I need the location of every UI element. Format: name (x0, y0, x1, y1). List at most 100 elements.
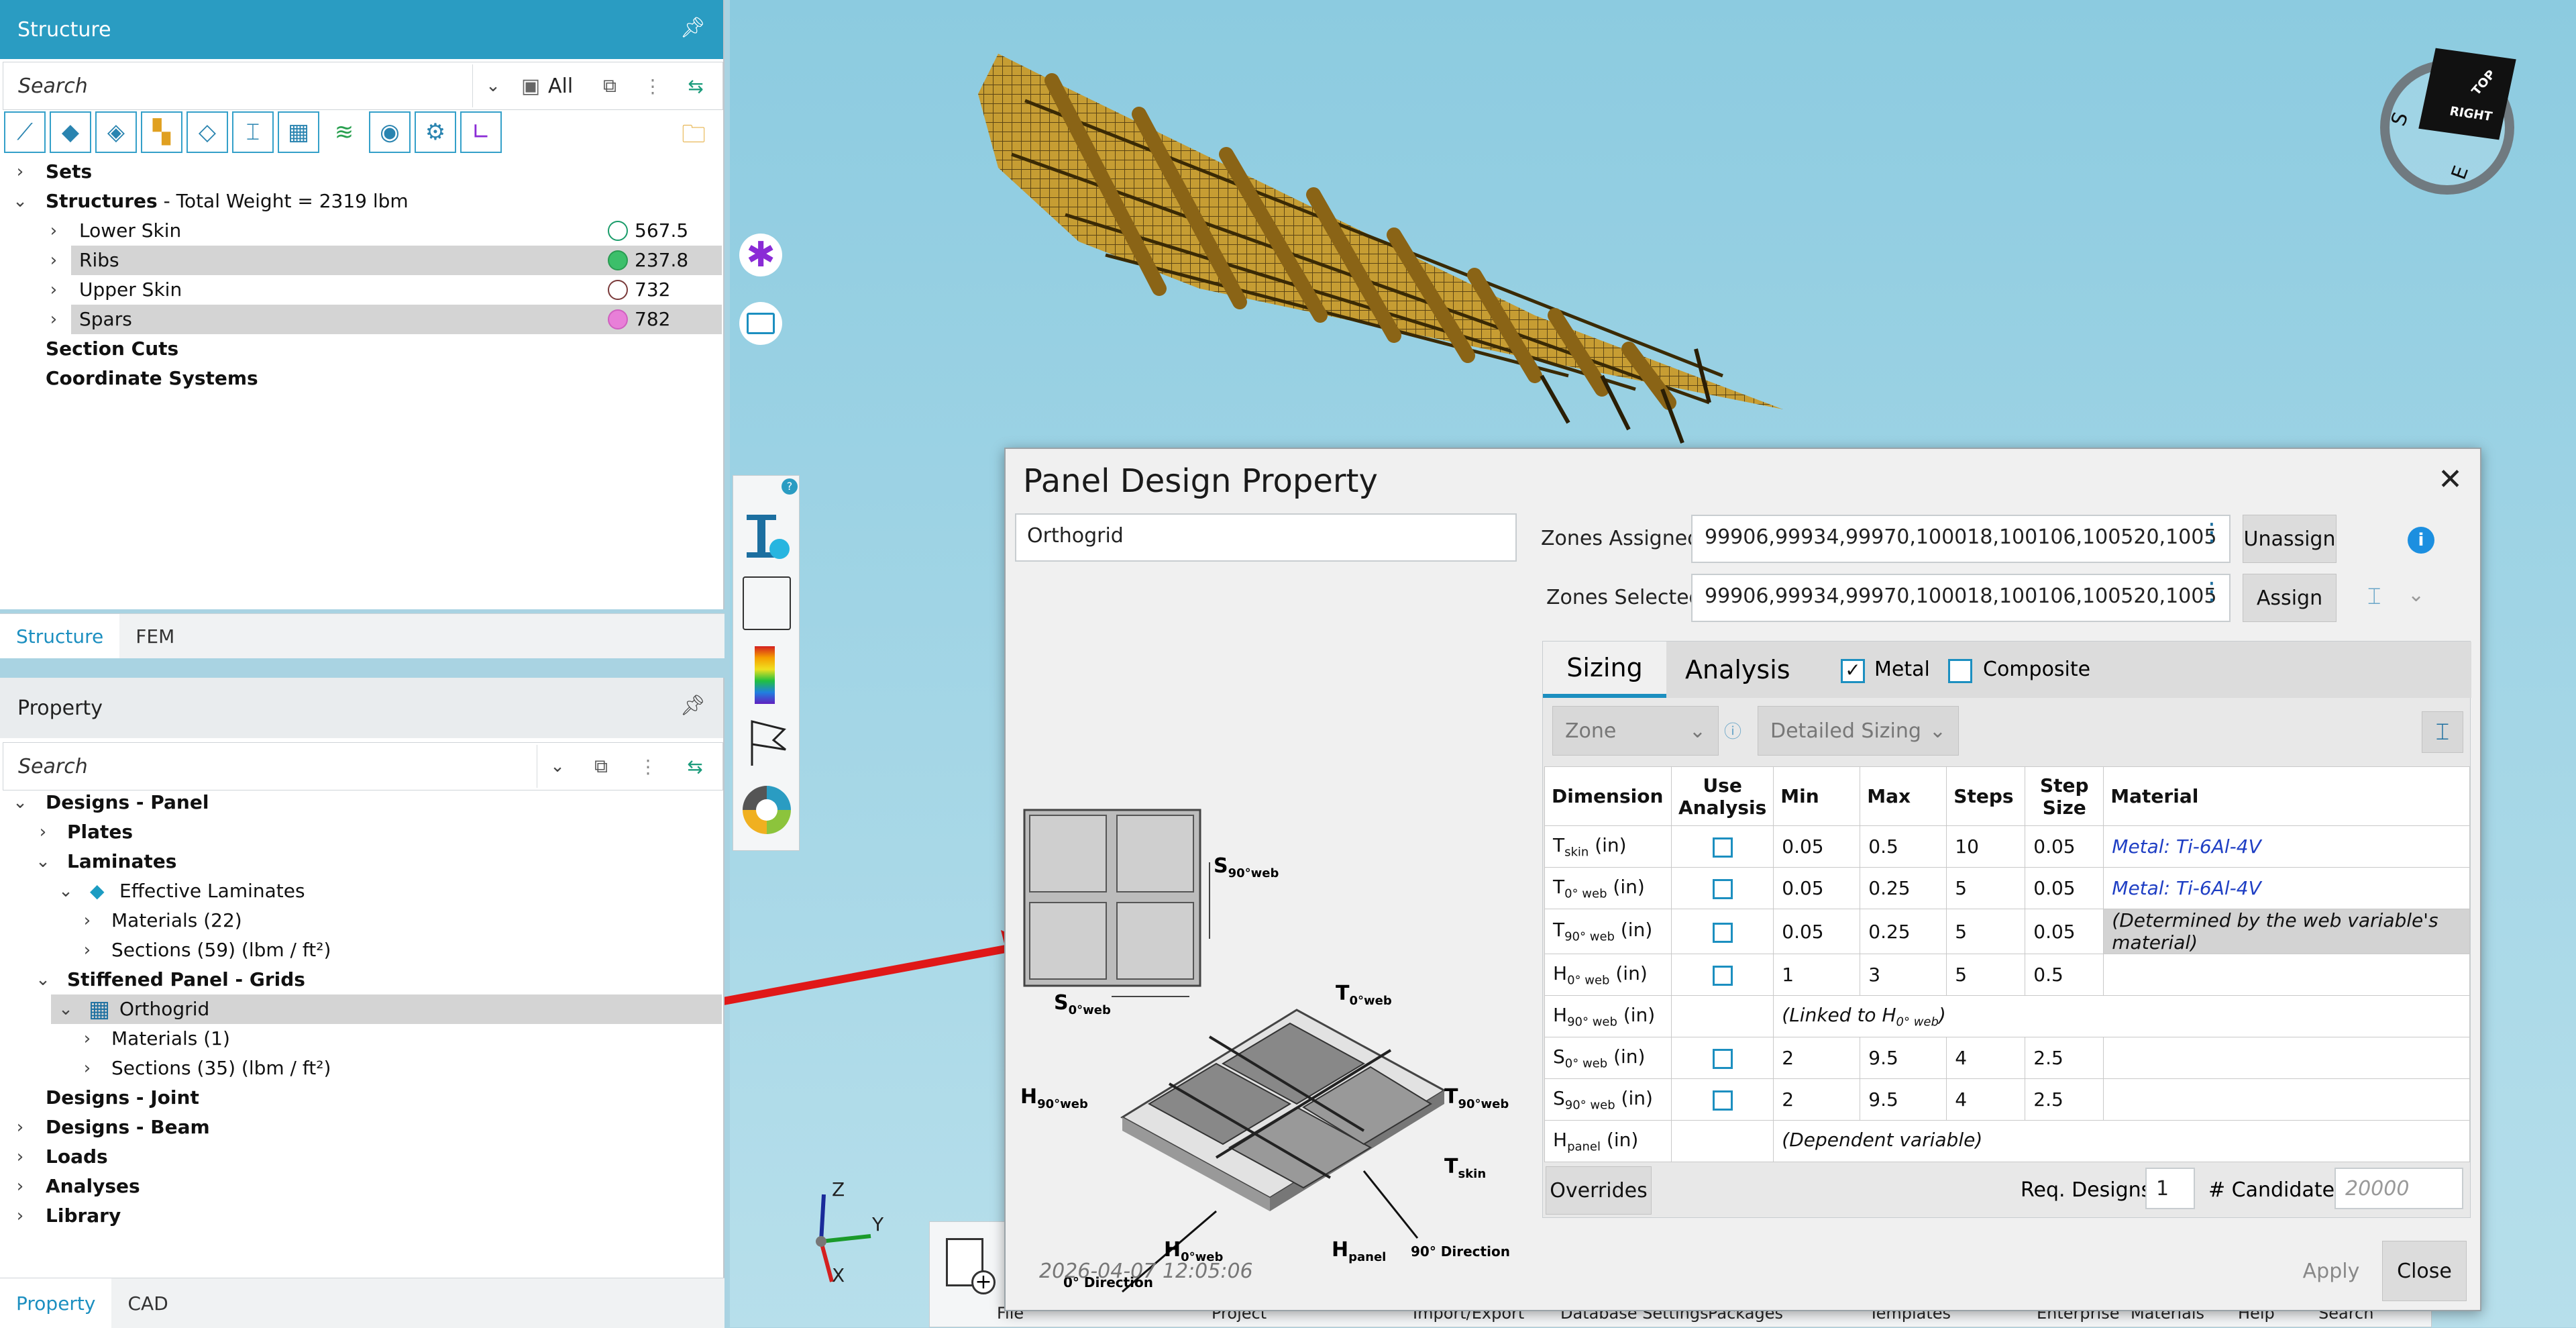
asterisk-icon[interactable]: ✱ (739, 234, 782, 276)
collapse-icon[interactable]: ⧉ (588, 74, 631, 97)
steps-cell[interactable]: 4 (1946, 1037, 2026, 1079)
cube-filter-icon[interactable]: ▣ (513, 74, 548, 98)
tree-sections-59[interactable]: › Sections (59) (lbm / ft²) (0, 935, 722, 965)
max-cell[interactable]: 0.25 (1860, 909, 1947, 954)
i-beam-icon[interactable]: ⌶ (2422, 711, 2463, 753)
apply-button[interactable]: Apply (2284, 1241, 2378, 1301)
tree-orthogrid[interactable]: ⌄ ▦ Orthogrid (51, 994, 722, 1024)
max-cell[interactable]: 3 (1860, 954, 1947, 996)
tab-cad[interactable]: CAD (111, 1278, 184, 1328)
assign-button[interactable]: Assign (2243, 574, 2337, 622)
steps-cell[interactable]: 5 (1946, 909, 2026, 954)
step-size-cell[interactable]: 2.5 (2025, 1037, 2104, 1079)
tree-section-cuts[interactable]: Section Cuts (0, 334, 722, 364)
chevron-down-icon[interactable]: ⌄ (2408, 583, 2424, 607)
load-icon[interactable]: ◉ (369, 111, 411, 153)
min-cell[interactable]: 0.05 (1773, 825, 1861, 868)
tree-coordinate-systems[interactable]: Coordinate Systems (0, 364, 722, 393)
tree-stiffened-grids[interactable]: ⌄ Stiffened Panel - Grids (0, 965, 722, 994)
steps-cell[interactable]: 5 (1946, 867, 2026, 909)
tree-materials-22[interactable]: › Materials (22) (0, 906, 722, 935)
tab-sizing[interactable]: Sizing (1543, 642, 1666, 698)
chevron-right-icon[interactable]: › (11, 157, 30, 187)
max-cell[interactable]: 9.5 (1860, 1078, 1947, 1121)
step-size-cell[interactable]: 0.05 (2025, 867, 2104, 909)
structure-search-input[interactable]: Search (3, 64, 473, 107)
tree-spars[interactable]: › Spars 782 (50, 305, 722, 334)
use-analysis-checkbox[interactable] (1712, 1090, 1733, 1111)
tab-analysis[interactable]: Analysis (1685, 642, 1790, 698)
sync-icon[interactable]: ⇆ (672, 756, 718, 778)
steps-cell[interactable]: 10 (1946, 825, 2026, 868)
zones-selected-input[interactable]: 99906,99934,99970,100018,100106,100520,1… (1691, 574, 2231, 622)
zone-tool-icon[interactable]: ⌶ (2367, 583, 2381, 610)
use-analysis-checkbox[interactable] (1712, 1049, 1733, 1069)
tab-property[interactable]: Property (0, 1278, 112, 1328)
candidates-input[interactable]: 20000 (2334, 1168, 2463, 1209)
req-designs-input[interactable]: 1 (2145, 1168, 2195, 1209)
tree-upper-skin[interactable]: › Upper Skin 732 (0, 275, 722, 305)
tree-sets[interactable]: › Sets (0, 157, 722, 187)
tree-loads[interactable]: › Loads (0, 1142, 722, 1172)
close-icon[interactable]: ✕ (2438, 462, 2463, 497)
tree-library[interactable]: › Library (0, 1201, 722, 1231)
plate-icon[interactable]: ◈ (95, 111, 137, 153)
tree-designs-panel[interactable]: ⌄ Designs - Panel (0, 788, 722, 817)
min-cell[interactable]: 1 (1773, 954, 1861, 996)
steps-cell[interactable]: 5 (1946, 954, 2026, 996)
flag-icon[interactable] (747, 717, 790, 768)
design-name-input[interactable]: Orthogrid (1015, 513, 1517, 562)
help-icon[interactable]: ? (782, 478, 798, 495)
tree-plates[interactable]: › Plates (0, 817, 722, 847)
close-button[interactable]: Close (2382, 1241, 2467, 1301)
tab-fem[interactable]: FEM (119, 614, 191, 658)
collapse-icon[interactable]: ⧉ (578, 755, 625, 778)
step-size-cell[interactable]: 2.5 (2025, 1078, 2104, 1121)
i-beam-icon[interactable]: ⌶ (232, 111, 274, 153)
zone-dropdown[interactable]: Zone ⌄ (1552, 706, 1719, 756)
tree-analyses[interactable]: › Analyses (0, 1172, 722, 1201)
tree-sections-35[interactable]: › Sections (35) (lbm / ft²) (0, 1054, 722, 1083)
layers-icon[interactable]: ≋ (323, 111, 365, 153)
gear-icon[interactable]: ⚙ (415, 111, 456, 153)
hierarchy-icon[interactable]: ⋮ (625, 756, 672, 778)
sync-icon[interactable]: ⇆ (674, 75, 717, 97)
min-cell[interactable]: 0.05 (1773, 867, 1861, 909)
joint-icon[interactable]: ▚ (141, 111, 182, 153)
tree-effective-laminates[interactable]: ⌄ ◆ Effective Laminates (0, 876, 722, 906)
max-cell[interactable]: 0.5 (1860, 825, 1947, 868)
sizing-mode-dropdown[interactable]: Detailed Sizing ⌄ (1758, 706, 1959, 756)
info-icon[interactable]: i (2408, 527, 2434, 554)
donut-chart-icon[interactable] (743, 786, 791, 834)
tree-designs-beam[interactable]: › Designs - Beam (0, 1113, 722, 1142)
pin-icon[interactable]: 📌︎ (680, 16, 706, 40)
coordinate-icon[interactable]: ∟ (460, 111, 502, 153)
panel-icon[interactable]: ◇ (186, 111, 228, 153)
chevron-down-icon[interactable]: ⌄ (537, 756, 578, 776)
chevron-down-icon[interactable]: ⌄ (11, 187, 30, 216)
composite-checkbox[interactable] (1948, 659, 1972, 683)
tree-laminates[interactable]: ⌄ Laminates (0, 847, 722, 876)
use-analysis-checkbox[interactable] (1712, 837, 1733, 858)
new-file-icon[interactable]: + (942, 1234, 998, 1298)
max-cell[interactable]: 0.25 (1860, 867, 1947, 909)
box-icon[interactable]: ▦ (278, 111, 319, 153)
pin-icon[interactable]: 📌︎ (680, 694, 706, 717)
hierarchy-icon[interactable]: ⋮ (631, 75, 674, 97)
material-cell[interactable]: Metal: Ti-6Al-4V (2103, 867, 2470, 909)
use-analysis-checkbox[interactable] (1712, 879, 1733, 899)
rectangle-select-icon[interactable] (739, 302, 782, 345)
beam-icon[interactable]: ⟋ (4, 111, 46, 153)
tab-structure[interactable]: Structure (0, 614, 120, 658)
chevron-down-icon[interactable]: ⌄ (473, 76, 513, 96)
tree-ribs[interactable]: › Ribs 237.8 (50, 246, 722, 275)
material-cell[interactable]: Metal: Ti-6Al-4V (2103, 825, 2470, 868)
unassign-button[interactable]: Unassign (2243, 515, 2337, 563)
sizing-tool-icon[interactable] (743, 508, 791, 562)
step-size-cell[interactable]: 0.5 (2025, 954, 2104, 996)
metal-checkbox[interactable]: ✓ (1841, 659, 1865, 683)
solid-icon[interactable]: ◆ (50, 111, 91, 153)
overrides-button[interactable]: Overrides (1546, 1166, 1652, 1215)
tree-lower-skin[interactable]: › Lower Skin 567.5 (0, 216, 722, 246)
tree-materials-1[interactable]: › Materials (1) (0, 1024, 722, 1054)
